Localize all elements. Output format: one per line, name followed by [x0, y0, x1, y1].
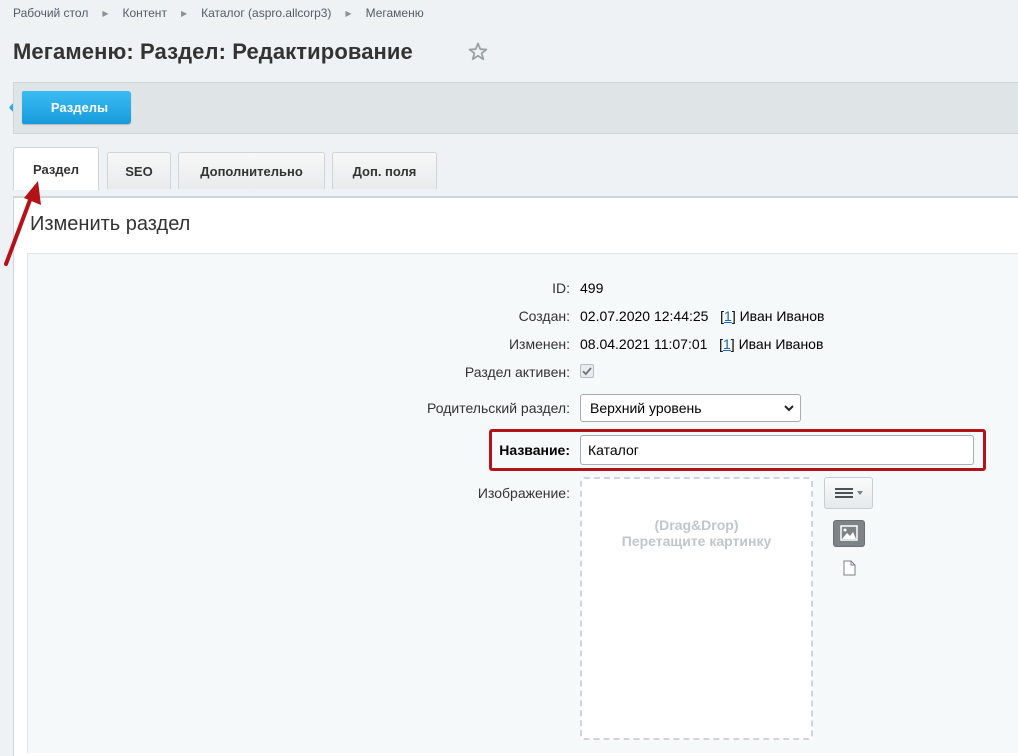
name-label: Название: [499, 442, 570, 458]
breadcrumb-item-catalog[interactable]: Каталог (aspro.allcorp3) [201, 6, 331, 20]
panel-title: Изменить раздел [30, 213, 191, 235]
tab-additional[interactable]: Дополнительно [178, 152, 325, 189]
created-user-id-link[interactable]: 1 [724, 308, 732, 324]
active-label: Раздел активен: [464, 364, 570, 380]
breadcrumb: Рабочий стол ▶ Контент ▶ Каталог (aspro.… [13, 6, 424, 20]
file-icon[interactable] [843, 560, 856, 576]
dropzone-hint-2: Перетащите картинку [621, 533, 772, 549]
created-info: 02.07.2020 12:44:25 [1] Иван Иванов [580, 308, 825, 324]
id-label: ID: [552, 280, 570, 296]
image-upload-button[interactable] [833, 520, 865, 547]
breadcrumb-separator-icon: ▶ [102, 8, 109, 18]
breadcrumb-separator-icon: ▶ [180, 8, 188, 18]
active-checkbox[interactable] [580, 364, 594, 378]
id-value: 499 [580, 280, 604, 296]
chevron-down-icon [784, 405, 794, 412]
tab-section-label: Раздел [32, 161, 80, 177]
parent-label: Родительский раздел: [427, 400, 570, 416]
tab-seo-label: SEO [125, 163, 153, 179]
created-label: Создан: [518, 308, 570, 324]
tab-additional-label: Дополнительно [200, 163, 303, 179]
name-input[interactable] [580, 435, 974, 465]
created-date: 02.07.2020 12:44:25 [580, 308, 709, 324]
toolbar [13, 82, 1018, 134]
star-icon[interactable] [466, 40, 490, 64]
parent-select[interactable]: Верхний уровень [580, 394, 801, 422]
menu-lines-icon [835, 488, 863, 498]
modified-user-id-link[interactable]: 1 [723, 336, 731, 352]
breadcrumb-item-megamenu[interactable]: Мегаменю [366, 6, 424, 20]
parent-select-value: Верхний уровень [590, 400, 702, 416]
breadcrumb-item-content[interactable]: Контент [122, 6, 166, 20]
sections-button[interactable]: Разделы [22, 91, 131, 124]
created-user-name: Иван Иванов [739, 308, 825, 324]
tab-seo[interactable]: SEO [107, 152, 171, 189]
checkmark-icon [582, 367, 592, 376]
tab-extra-fields-label: Доп. поля [352, 163, 417, 179]
dropzone-hint-1: (Drag&Drop) [654, 517, 739, 533]
image-icon [840, 525, 858, 541]
breadcrumb-item-desktop[interactable]: Рабочий стол [13, 6, 88, 20]
breadcrumb-separator-icon: ▶ [345, 8, 352, 18]
modified-date: 08.04.2021 11:07:01 [580, 336, 708, 352]
sections-button-label: Разделы [50, 100, 109, 115]
image-label: Изображение: [477, 485, 570, 501]
modified-label: Изменен: [508, 336, 570, 352]
image-menu-button[interactable] [824, 477, 873, 509]
modified-user-name: Иван Иванов [738, 336, 824, 352]
page-title: Мегаменю: Раздел: Редактирование [13, 39, 413, 64]
modified-info: 08.04.2021 11:07:01 [1] Иван Иванов [580, 336, 824, 352]
tab-extra-fields[interactable]: Доп. поля [332, 152, 437, 189]
annotation-arrow [4, 181, 41, 266]
image-dropzone[interactable]: (Drag&Drop) Перетащите картинку [580, 477, 813, 740]
